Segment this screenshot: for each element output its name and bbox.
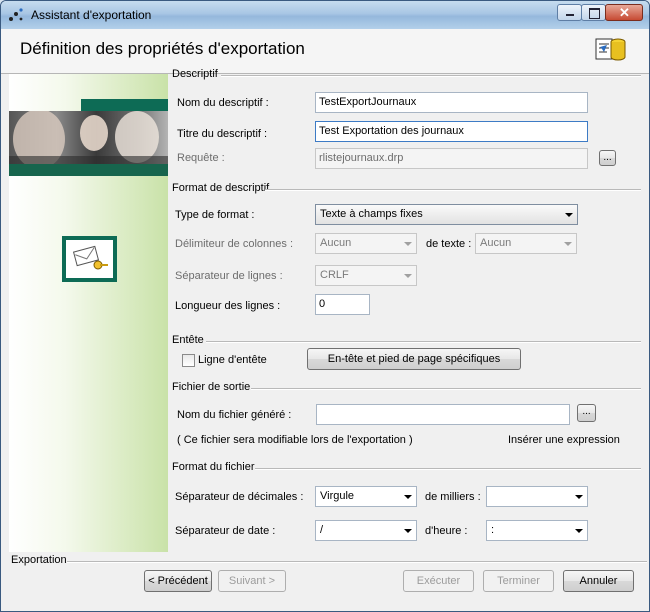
executer-button[interactable]: Exécuter	[403, 570, 474, 592]
chevron-down-icon	[399, 266, 416, 285]
close-icon: ✕	[619, 5, 630, 20]
inserer-expression-link[interactable]: Insérer une expression	[508, 434, 620, 446]
separateur-date-label: Séparateur de date :	[175, 525, 276, 537]
ligne-entete-checkbox[interactable]	[182, 354, 195, 367]
chevron-down-icon	[570, 521, 587, 540]
descriptif-section-title: Descriptif	[172, 68, 218, 80]
minimize-button[interactable]	[557, 4, 582, 21]
type-format-select[interactable]: Texte à champs fixes	[315, 204, 578, 225]
nom-descriptif-label: Nom du descriptif :	[177, 97, 269, 109]
separateur-date-value: /	[320, 524, 324, 536]
chevron-down-icon	[399, 487, 416, 506]
export-database-icon	[593, 33, 627, 65]
titre-descriptif-label: Titre du descriptif :	[177, 128, 268, 140]
requete-label: Requête :	[177, 152, 225, 164]
annuler-button[interactable]: Annuler	[563, 570, 634, 592]
separator	[67, 561, 647, 563]
dots-app-icon[interactable]	[8, 8, 24, 22]
separateur-decimales-label: Séparateur de décimales :	[175, 491, 304, 503]
export-wizard-window: Assistant d'exportation ✕ Définition des…	[0, 0, 650, 612]
chevron-down-icon	[559, 234, 576, 253]
longueur-lignes-label: Longueur des lignes :	[175, 300, 281, 312]
separateur-lignes-label: Séparateur de lignes :	[175, 270, 283, 282]
chevron-down-icon	[560, 205, 577, 224]
titre-descriptif-input[interactable]: Test Exportation des journaux	[315, 121, 588, 142]
exportation-group-label: Exportation	[11, 554, 67, 566]
requete-browse-button[interactable]: ...	[599, 150, 616, 166]
requete-input[interactable]: rlistejournaux.drp	[315, 148, 588, 169]
chevron-down-icon	[399, 234, 416, 253]
chevron-down-icon	[570, 487, 587, 506]
title-bar[interactable]: Assistant d'exportation ✕	[1, 1, 649, 29]
people-photo	[9, 109, 168, 169]
nom-fichier-label: Nom du fichier généré :	[177, 409, 292, 421]
wizard-side-panel	[9, 74, 168, 552]
delimiteur-colonnes-label: Délimiteur de colonnes :	[175, 238, 294, 250]
milliers-label: de milliers :	[425, 491, 481, 503]
separator	[221, 75, 641, 77]
heure-label: d'heure :	[425, 525, 468, 537]
format-fichier-section-title: Format du fichier	[172, 461, 255, 473]
precedent-button[interactable]: < Précédent	[144, 570, 212, 592]
type-format-label: Type de format :	[175, 209, 255, 221]
suivant-button[interactable]: Suivant >	[218, 570, 286, 592]
separateur-decimales-value: Virgule	[320, 490, 355, 502]
separator	[255, 468, 641, 470]
separator	[251, 388, 641, 390]
separateur-date-select[interactable]: /	[315, 520, 417, 541]
nom-fichier-browse-button[interactable]: ...	[577, 404, 596, 422]
milliers-select[interactable]	[486, 486, 588, 507]
ligne-entete-label: Ligne d'entête	[198, 354, 267, 366]
maximize-icon	[589, 8, 600, 19]
page-title: Définition des propriétés d'exportation	[20, 39, 305, 58]
separateur-decimales-select[interactable]: Virgule	[315, 486, 417, 507]
terminer-button[interactable]: Terminer	[483, 570, 554, 592]
decorative-bar	[81, 99, 168, 111]
fichier-modifiable-note: ( Ce fichier sera modifiable lors de l'e…	[177, 434, 413, 446]
longueur-lignes-input[interactable]: 0	[315, 294, 370, 315]
sortie-section-title: Fichier de sortie	[172, 381, 251, 393]
separator	[265, 189, 641, 191]
type-format-value: Texte à champs fixes	[320, 208, 423, 220]
separateur-lignes-select[interactable]: CRLF	[315, 265, 417, 286]
nom-fichier-input[interactable]	[316, 404, 570, 425]
delimiteur-colonnes-value: Aucun	[320, 237, 352, 249]
entete-section-title: Entête	[172, 334, 204, 346]
entete-pied-page-button[interactable]: En-tête et pied de page spécifiques	[307, 348, 521, 370]
heure-value: :	[491, 524, 495, 536]
minimize-icon	[566, 14, 574, 16]
window-title: Assistant d'exportation	[31, 8, 152, 22]
separateur-lignes-value: CRLF	[320, 269, 349, 281]
delimiteur-texte-label: de texte :	[426, 238, 472, 250]
maximize-button[interactable]	[581, 4, 606, 21]
delimiteur-texte-value: Aucun	[480, 237, 512, 249]
chevron-down-icon	[399, 521, 416, 540]
wizard-header: Définition des propriétés d'exportation	[1, 29, 649, 74]
envelope-key-icon	[62, 236, 117, 282]
heure-select[interactable]: :	[486, 520, 588, 541]
delimiteur-colonnes-select[interactable]: Aucun	[315, 233, 417, 254]
separator	[206, 341, 641, 343]
close-button[interactable]: ✕	[605, 4, 643, 21]
nom-descriptif-input[interactable]: TestExportJournaux	[315, 92, 588, 113]
delimiteur-texte-select[interactable]: Aucun	[475, 233, 577, 254]
decorative-strip	[9, 164, 168, 176]
format-section-title: Format de descriptif	[172, 182, 270, 194]
